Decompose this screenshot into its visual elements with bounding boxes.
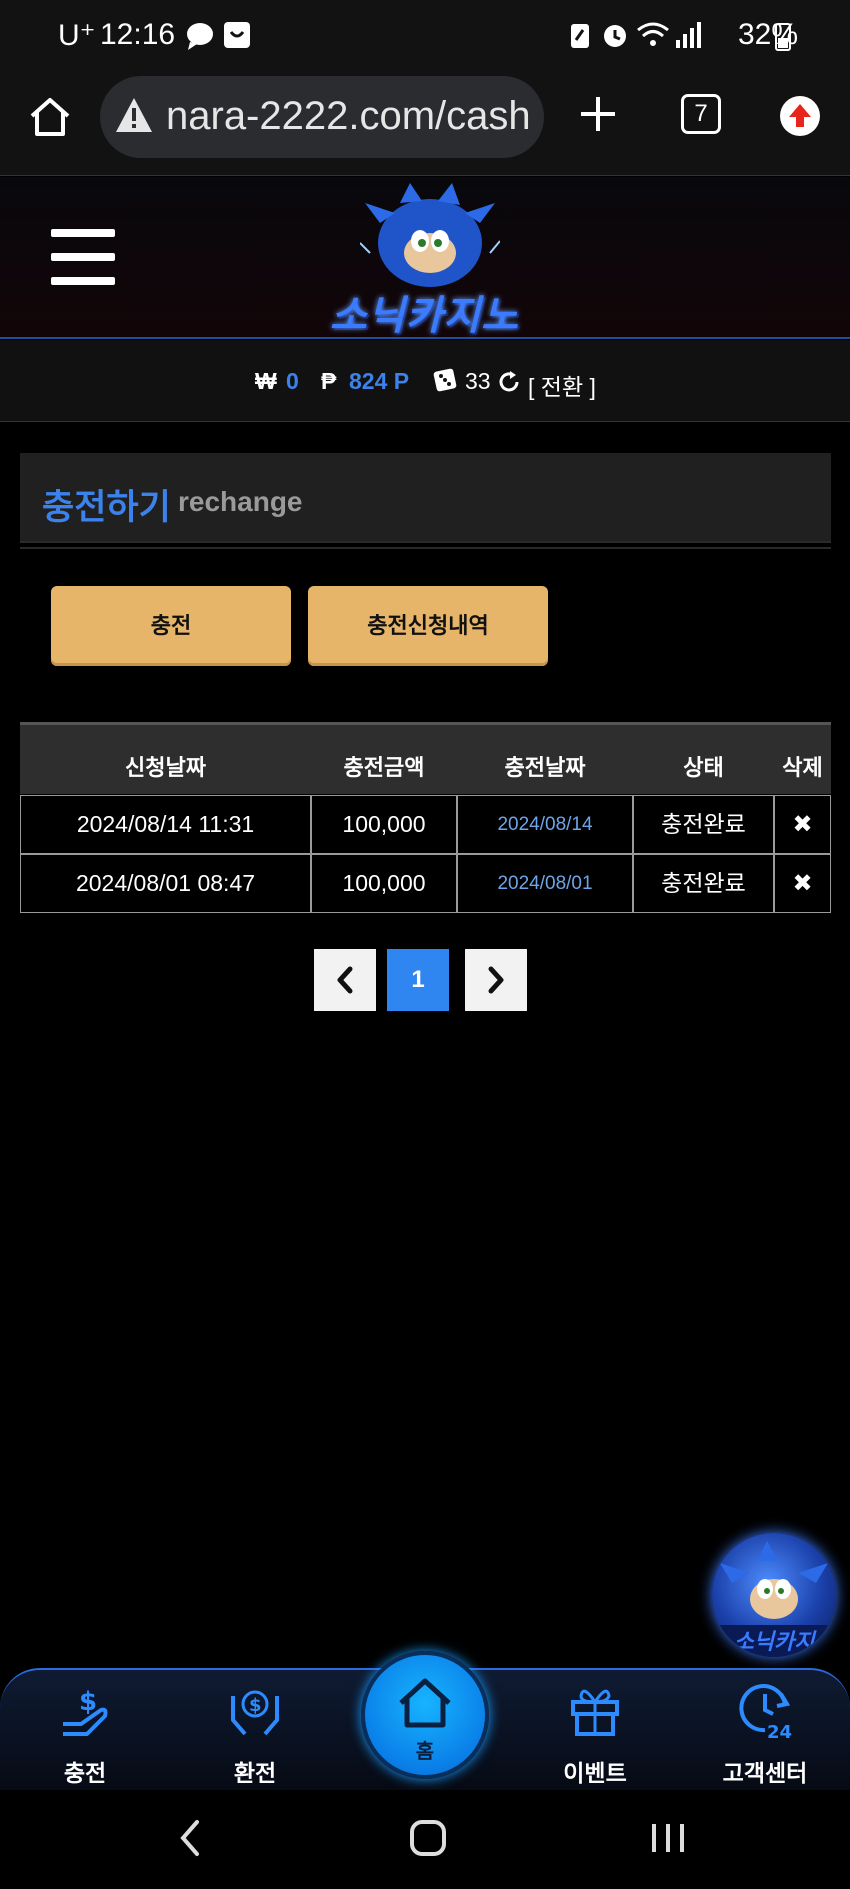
system-nav-bar	[0, 1790, 850, 1889]
gift-icon	[571, 1689, 619, 1736]
site-header: 소닉카지노	[0, 177, 850, 339]
upload-icon	[789, 104, 811, 127]
nav-event[interactable]: 이벤트	[520, 1670, 670, 1792]
url-text[interactable]: nara-2222.com/cash	[166, 94, 531, 139]
back-icon[interactable]	[175, 1816, 205, 1860]
svg-text:$: $	[249, 1695, 262, 1716]
alarm-icon	[604, 25, 626, 47]
header-status: 상태	[683, 755, 724, 780]
svg-text:24: 24	[767, 1722, 792, 1740]
request-date-cell: 2024/08/01 08:47	[20, 854, 311, 913]
battery-saver-icon	[571, 24, 589, 48]
charge-date-cell: 2024/08/01	[457, 854, 633, 913]
nav-charge-label: 충전	[63, 1760, 107, 1786]
tab-count: 7	[694, 100, 708, 127]
table-row: 2024/08/01 08:47 100,000 2024/08/01 충전완료…	[20, 854, 831, 913]
switch-button[interactable]: [ 전환 ]	[528, 368, 596, 402]
point-symbol: ₱	[321, 368, 337, 394]
chip-balance: 33	[465, 368, 491, 394]
nav-home-label: 홈	[415, 1741, 435, 1763]
support-24-icon: 24	[739, 1684, 792, 1740]
shopping-bag-icon	[224, 22, 250, 48]
nav-support[interactable]: 24 고객센터	[690, 1670, 840, 1792]
status-bar: U⁺ 12:16 32%	[0, 0, 850, 72]
status-cell: 충전완료	[633, 854, 774, 913]
battery-icon	[775, 23, 791, 51]
menu-icon[interactable]	[51, 229, 115, 285]
nav-home-button[interactable]: 홈	[361, 1651, 489, 1779]
status-cell: 충전완료	[633, 795, 774, 854]
request-date-cell: 2024/08/14 11:31	[20, 795, 311, 854]
nav-charge[interactable]: $ 충전	[10, 1670, 160, 1792]
tabs-button[interactable]: 7	[681, 94, 721, 134]
page-title-en: rechange	[178, 486, 303, 517]
header-charge-date: 충전날짜	[504, 755, 586, 780]
won-symbol: ₩	[255, 368, 277, 394]
wifi-icon	[637, 22, 669, 46]
header-amount: 충전금액	[343, 755, 425, 780]
home-circle-icon[interactable]	[408, 1816, 448, 1860]
amount-cell: 100,000	[311, 795, 457, 854]
table-header: 신청날짜 충전금액 충전날짜 상태 삭제	[20, 722, 831, 794]
signal-icon	[676, 22, 701, 48]
carrier-label: U⁺	[58, 19, 96, 52]
header-request-date: 신청날짜	[125, 755, 206, 780]
clock: 12:16	[100, 18, 176, 51]
delete-button[interactable]: ✖	[774, 854, 831, 913]
page-title-ko: 충전하기	[42, 488, 171, 527]
recents-icon[interactable]	[648, 1816, 688, 1860]
svg-text:소닉카지: 소닉카지	[734, 1630, 818, 1655]
amount-cell: 100,000	[311, 854, 457, 913]
plus-icon[interactable]	[578, 94, 618, 134]
chat-icon	[187, 23, 213, 50]
site-logo[interactable]: 소닉카지노	[320, 183, 540, 338]
chevron-left-icon	[337, 966, 353, 994]
mascot-logo-image	[360, 183, 500, 287]
floating-mascot-button[interactable]: 소닉카지	[712, 1533, 836, 1657]
divider	[20, 547, 831, 549]
home-icon[interactable]	[28, 94, 72, 138]
won-balance: 0	[286, 368, 299, 394]
header-delete: 삭제	[782, 755, 823, 780]
refresh-icon[interactable]	[497, 370, 521, 394]
charge-button[interactable]: 충전	[51, 586, 291, 666]
delete-button[interactable]: ✖	[774, 795, 831, 854]
prev-page-button[interactable]	[314, 949, 376, 1011]
nav-support-label: 고객센터	[722, 1760, 808, 1786]
balance-bar: ₩ 0 ₱ 824 P 33 [ 전환 ]	[0, 340, 850, 422]
nav-event-label: 이벤트	[563, 1760, 627, 1786]
upload-button[interactable]	[780, 96, 820, 136]
exchange-icon: $	[231, 1690, 279, 1736]
page-button-current[interactable]: 1	[387, 949, 449, 1011]
nav-exchange-label: 환전	[233, 1760, 277, 1786]
chevron-right-icon	[488, 966, 504, 994]
charge-icon: $	[63, 1687, 108, 1736]
svg-text:$: $	[79, 1687, 97, 1717]
next-page-button[interactable]	[465, 949, 527, 1011]
point-balance: 824 P	[349, 368, 410, 394]
nav-exchange[interactable]: $ 환전	[180, 1670, 330, 1792]
section-title: 충전하기 rechange	[20, 453, 831, 543]
logo-text: 소닉카지노	[330, 294, 519, 338]
browser-toolbar: nara-2222.com/cash 7	[0, 72, 850, 176]
table-row: 2024/08/14 11:31 100,000 2024/08/14 충전완료…	[20, 795, 831, 854]
charge-history-button[interactable]: 충전신청내역	[308, 586, 548, 666]
warning-icon[interactable]	[114, 96, 154, 134]
charge-date-cell: 2024/08/14	[457, 795, 633, 854]
mascot-icon: 소닉카지	[712, 1541, 836, 1657]
address-bar[interactable]: nara-2222.com/cash	[100, 76, 544, 158]
home-nav-icon	[399, 1678, 451, 1728]
dice-icon	[433, 368, 457, 392]
